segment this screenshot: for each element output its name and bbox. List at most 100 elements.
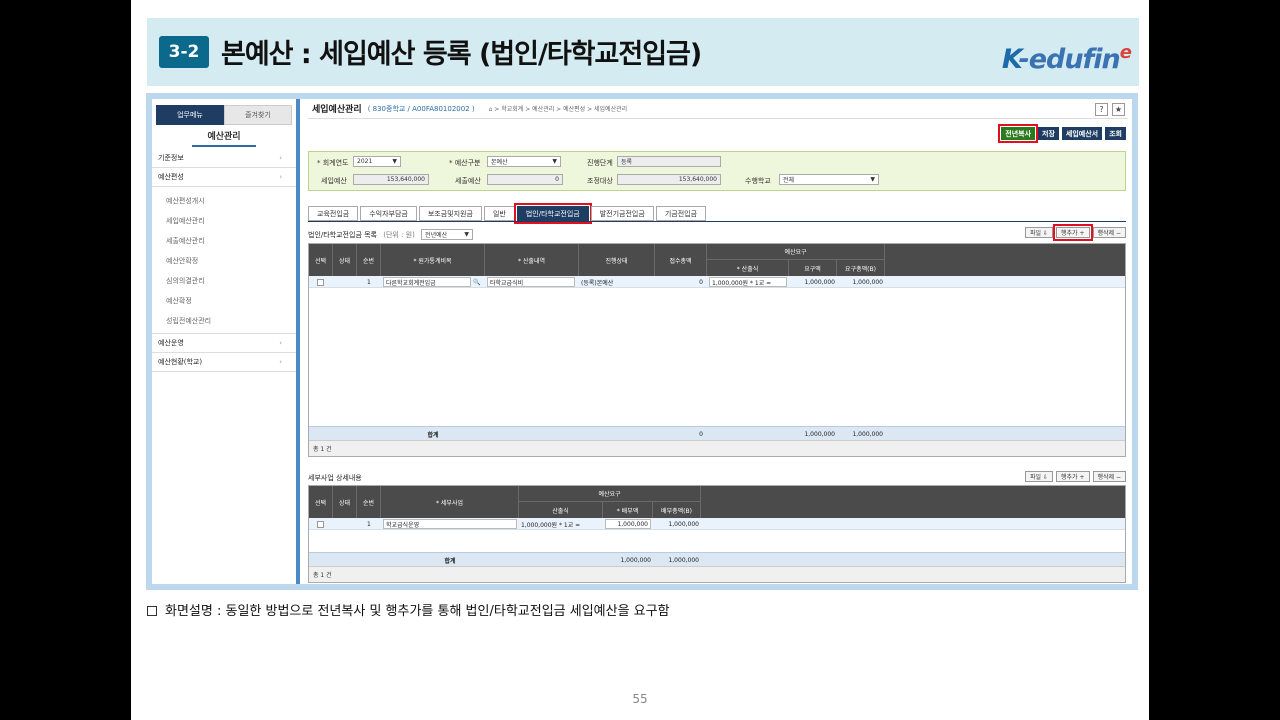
col-select: 선택 — [309, 244, 333, 276]
tab-corporate-transfer[interactable]: 법인/타학교전입금 — [513, 203, 592, 224]
stage-field: 등록 — [617, 156, 721, 167]
year-select[interactable]: 2021 ▼ — [353, 156, 401, 167]
nav-item-budget-start[interactable]: 예산편성개시 — [152, 191, 296, 211]
grid2-sum-row: 합계 1,000,000 1,000,000 — [309, 552, 1125, 566]
nav-group-budget[interactable]: 예산편성 › — [152, 168, 296, 187]
col-state: 상태 — [333, 486, 357, 518]
row-checkbox[interactable] — [317, 278, 324, 286]
slide-title: 본예산 : 세입예산 등록 (법인/타학교전입금) — [221, 39, 702, 70]
nav-item-expense-mgmt[interactable]: 세출예산관리 — [152, 231, 296, 251]
row-detail-input[interactable]: 타학교급식비 — [487, 277, 575, 287]
table-row[interactable]: 1 다른학교회계전입금 🔍 타학교급식비 (등록)본예산 0 1,000,000… — [309, 276, 1125, 288]
grid2-buttons: 파일 ⇩ 행추가 + 행삭제 − — [1025, 471, 1126, 482]
nav-item-budget-confirm[interactable]: 예산확정 — [152, 291, 296, 311]
tab-divider — [308, 221, 1126, 222]
breadcrumb: ⌂ > 학교회계 > 예산관리 > 예산편성 > 세입예산관리 — [488, 106, 628, 113]
sum-label: 합계 — [427, 431, 439, 439]
stage-label: 진행단계 — [587, 159, 613, 167]
page-topbar: 세입예산관리 ( 830중학교 / A00FA80102002 ) ⌂ > 학교… — [308, 99, 1128, 119]
col-formula: 산출식 — [519, 502, 603, 518]
col-amount: 접수총액 — [655, 244, 707, 276]
grid1-file-button[interactable]: 파일 ⇩ — [1025, 227, 1053, 238]
copy-last-year-button[interactable]: 전년복사 — [998, 124, 1038, 143]
col-alloc: * 배부액 — [603, 502, 653, 518]
action-buttons: 전년복사 저장 세입예산서 조회 — [998, 124, 1126, 143]
left-nav: 업무메뉴 즐겨찾기 예산관리 기준정보 › 예산편성 › 예산편성개시 세입예산관리… — [152, 99, 300, 584]
tab-work-menu[interactable]: 업무메뉴 — [156, 105, 224, 125]
row-amount: 0 — [699, 278, 703, 286]
page-number: 55 — [632, 692, 648, 706]
app-screenshot: 업무메뉴 즐겨찾기 예산관리 기준정보 › 예산편성 › 예산편성개시 세입예산관리… — [146, 93, 1138, 590]
nav-item-plan-confirm[interactable]: 예산안확정 — [152, 251, 296, 271]
row-checkbox[interactable] — [317, 520, 324, 528]
grid2-count: 총 1 건 — [309, 566, 1125, 582]
row-formula-input[interactable]: 1,000,000원 * 1교 = — [709, 277, 787, 287]
revenue-tabs: 교육전입금 수익자부담금 보조금및지원금 일반 법인/타학교전입금 발전기금전입… — [308, 203, 707, 224]
slide-header: 3-2 본예산 : 세입예산 등록 (법인/타학교전입금) K-edufine — [147, 18, 1139, 88]
dropdown-arrow-icon: ▼ — [392, 158, 397, 165]
col-no: 순번 — [357, 486, 381, 518]
grid2-file-button[interactable]: 파일 ⇩ — [1025, 471, 1053, 482]
nav-group-basic[interactable]: 기준정보 › — [152, 149, 296, 168]
tab-fund-transfer[interactable]: 기금전입금 — [655, 206, 707, 221]
dropdown-arrow-icon: ▼ — [464, 231, 470, 238]
grid2-title: 세부사업 상세내용 — [308, 474, 362, 482]
grid1-add-row-button[interactable]: 행추가 + — [1053, 224, 1093, 241]
row-alloc-input[interactable]: 1,000,000 — [605, 519, 651, 529]
year-label: * 회계연도 — [317, 159, 349, 167]
nav-item-pre-budget[interactable]: 성립전예산관리 — [152, 311, 296, 331]
dropdown-arrow-icon: ▼ — [870, 176, 875, 183]
tab-general[interactable]: 일반 — [483, 206, 515, 221]
grid2-delete-row-button[interactable]: 행삭제 − — [1092, 471, 1126, 482]
sum-amount: 0 — [699, 430, 703, 438]
save-button[interactable]: 저장 — [1038, 127, 1059, 140]
star-icon[interactable]: ★ — [1112, 103, 1125, 116]
grid1-delete-row-button[interactable]: 행삭제 − — [1092, 227, 1126, 238]
prior-budget-select[interactable]: 전년예산 ▼ — [421, 229, 474, 240]
chevron-right-icon: › — [279, 173, 282, 181]
tab-favorites[interactable]: 즐겨찾기 — [224, 105, 292, 125]
sum-label: 합계 — [444, 557, 456, 565]
grid1-count: 총 1 건 — [309, 440, 1125, 456]
col-account: * 원가통계비목 — [381, 244, 485, 276]
row-account-input[interactable]: 다른학교회계전입금 — [383, 277, 471, 287]
row-no: 1 — [367, 278, 371, 286]
row-project-input[interactable]: 학교급식운영 — [383, 519, 517, 529]
sum-total: 1,000,000 — [852, 430, 883, 438]
row-request: 1,000,000 — [804, 278, 835, 286]
tab-beneficiary-fee[interactable]: 수익자부담금 — [360, 206, 417, 221]
row-total: 1,000,000 — [668, 520, 699, 528]
sum-request: 1,000,000 — [804, 430, 835, 438]
school-info: ( 830중학교 / A00FA80102002 ) — [367, 104, 475, 113]
revenue-report-button[interactable]: 세입예산서 — [1061, 127, 1103, 140]
nav-group-status[interactable]: 예산현황(학교) › — [152, 353, 296, 372]
kedufine-logo: K-edufine — [1002, 32, 1132, 88]
school-select[interactable]: 전체 ▼ — [779, 174, 879, 185]
revenue-label: 세입예산 — [321, 177, 347, 185]
nav-group-operation[interactable]: 예산운영 › — [152, 334, 296, 353]
nav-item-revenue-mgmt[interactable]: 세입예산관리 — [152, 211, 296, 231]
expense-label: 세출예산 — [455, 177, 481, 185]
school-label: 수행학교 — [745, 177, 771, 185]
grid2: 선택 상태 순번 * 세부사업 예산요구 산출식 * 배부액 배부총액(B) 1… — [308, 485, 1126, 583]
chevron-right-icon: › — [279, 358, 282, 366]
col-progress: 진행상태 — [579, 244, 655, 276]
table-row[interactable]: 1 학교급식운영 1,000,000원 * 1교 = 1,000,000 1,0… — [309, 518, 1125, 530]
search-icon[interactable]: 🔍 — [473, 276, 480, 288]
nav-item-review[interactable]: 심의의결관리 — [152, 271, 296, 291]
budget-type-select[interactable]: 본예산 ▼ — [487, 156, 561, 167]
grid1-unit: (단위 : 원) — [383, 231, 415, 239]
col-total: 배부총액(B) — [653, 502, 701, 518]
tab-development-fund[interactable]: 발전기금전입금 — [590, 206, 654, 221]
slide: 3-2 본예산 : 세입예산 등록 (법인/타학교전입금) K-edufine … — [131, 0, 1149, 720]
expense-total-field: 0 — [487, 174, 563, 185]
tab-education-transfer[interactable]: 교육전입금 — [308, 206, 359, 221]
col-total: 요구총액(B) — [837, 260, 885, 276]
chevron-right-icon: › — [279, 154, 282, 162]
tab-subsidy[interactable]: 보조금및지원금 — [418, 206, 482, 221]
grid2-add-row-button[interactable]: 행추가 + — [1056, 471, 1090, 482]
help-icon[interactable]: ? — [1095, 103, 1108, 116]
search-button[interactable]: 조회 — [1105, 127, 1126, 140]
col-formula: * 산출식 — [707, 260, 789, 276]
grid1-title-row: 법인/타학교전입금 목록 (단위 : 원) 전년예산 ▼ — [308, 229, 474, 240]
